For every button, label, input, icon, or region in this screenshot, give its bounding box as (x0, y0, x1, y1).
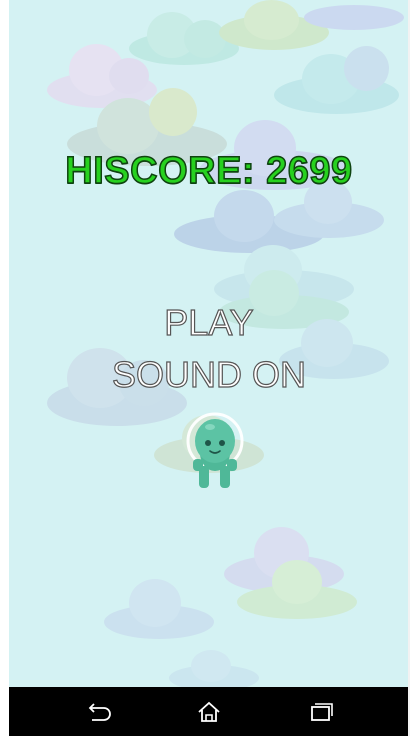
cloud-decoration (129, 10, 239, 65)
recent-apps-button[interactable] (299, 695, 343, 729)
sound-toggle-button[interactable]: SOUND ON (9, 353, 409, 396)
home-icon (198, 701, 220, 722)
cloud-decoration (224, 525, 344, 595)
device-screen: HISCORE: 2699 PLAY SOUND ON (0, 0, 410, 736)
cloud-decoration (237, 560, 357, 620)
system-navigation-bar (9, 687, 409, 736)
cloud-decoration (174, 190, 324, 255)
back-button[interactable] (77, 695, 121, 729)
cloud-decoration (169, 650, 259, 687)
player-character (184, 411, 246, 495)
game-screen: HISCORE: 2699 PLAY SOUND ON (9, 0, 409, 687)
cloud-decoration (47, 44, 157, 109)
back-arrow-icon (88, 703, 111, 721)
play-button[interactable]: PLAY (9, 301, 409, 344)
hiscore-label: HISCORE: 2699 (65, 149, 353, 193)
recent-apps-icon (311, 703, 333, 721)
cloud-decoration (304, 0, 404, 30)
cloud-decoration (274, 46, 399, 116)
home-button[interactable] (187, 695, 231, 729)
cloud-decoration (214, 240, 354, 310)
cloud-decoration (219, 0, 329, 50)
cloud-decoration (104, 575, 214, 640)
